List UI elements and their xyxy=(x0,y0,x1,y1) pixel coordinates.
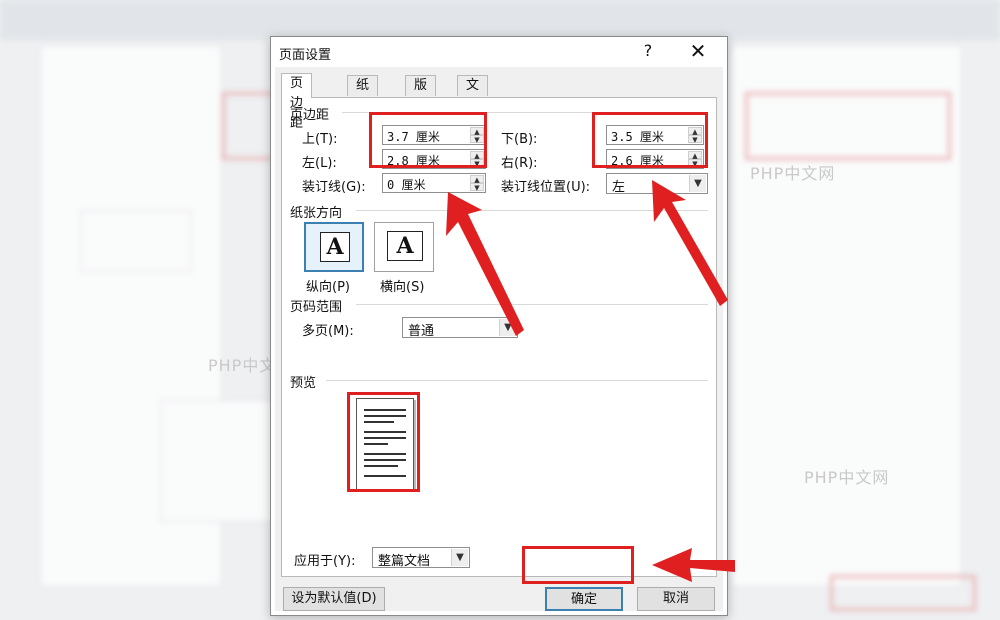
annotation-arrows xyxy=(446,180,735,582)
tab-margins[interactable]: 页边距 xyxy=(281,73,313,131)
arrow-3 xyxy=(652,548,735,582)
arrow-2 xyxy=(652,180,728,306)
arrow-1 xyxy=(446,192,524,336)
